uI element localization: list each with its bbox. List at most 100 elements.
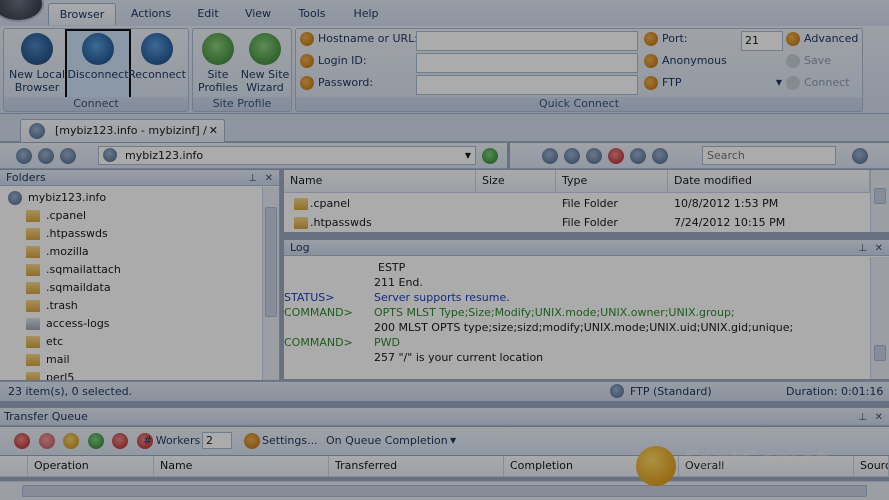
tree-item[interactable]: mail: [22, 351, 70, 369]
column-name[interactable]: Name: [154, 456, 329, 477]
close-icon[interactable]: ✕: [875, 409, 883, 426]
pause-icon[interactable]: [63, 433, 79, 449]
search-icon[interactable]: [852, 148, 868, 164]
log-prefix: COMMAND>: [284, 336, 353, 349]
scroll-thumb[interactable]: [874, 345, 886, 361]
workers-stepper[interactable]: 2: [202, 432, 232, 449]
new-folder-icon[interactable]: [564, 148, 580, 164]
menu-actions[interactable]: Actions: [122, 3, 180, 25]
table-row[interactable]: .cpanel File Folder 10/8/2012 1:53 PM: [284, 194, 870, 213]
back-icon[interactable]: [16, 148, 32, 164]
tab-close-icon[interactable]: ✕: [209, 120, 218, 142]
folders-scrollbar[interactable]: [262, 187, 279, 380]
connect-button[interactable]: Connect: [786, 76, 849, 96]
delete-icon[interactable]: [608, 148, 624, 164]
scroll-thumb[interactable]: [874, 188, 886, 204]
close-icon[interactable]: ✕: [265, 171, 273, 186]
status-bar: 23 item(s), 0 selected. FTP (Standard) D…: [0, 381, 889, 401]
new-local-browser-button[interactable]: New Local Browser: [6, 31, 68, 97]
column-date-modified[interactable]: Date modified: [668, 170, 870, 193]
pin-icon[interactable]: ⊥: [858, 409, 867, 426]
column-name[interactable]: Name: [284, 170, 476, 193]
tree-item[interactable]: .sqmailattach: [22, 261, 121, 279]
table-row[interactable]: .htpasswds File Folder 7/24/2012 10:15 P…: [284, 213, 870, 232]
tree-item[interactable]: etc: [22, 333, 63, 351]
folder-icon: [26, 210, 40, 222]
properties-icon[interactable]: [586, 148, 602, 164]
tree-item[interactable]: access-logs: [22, 315, 110, 333]
tree-item[interactable]: perl5: [22, 369, 74, 380]
folder-icon: [26, 264, 40, 276]
column-transferred[interactable]: Transferred: [329, 456, 504, 477]
disconnect-icon: [82, 33, 114, 65]
wizard-icon: [249, 33, 281, 65]
hostname-input[interactable]: [416, 31, 638, 51]
new-site-wizard-button[interactable]: New Site Wizard: [239, 31, 291, 97]
disconnect-button[interactable]: Disconnect: [65, 29, 131, 99]
protocol-select[interactable]: FTP ▼: [644, 76, 782, 96]
pin-icon[interactable]: ⊥: [248, 171, 257, 186]
search-input[interactable]: Search: [702, 146, 836, 165]
advanced-button[interactable]: Advanced: [786, 32, 858, 52]
connect-group-label: Connect: [4, 97, 188, 111]
home-icon[interactable]: [542, 148, 558, 164]
rename-icon[interactable]: [630, 148, 646, 164]
selection-status: 23 item(s), 0 selected.: [8, 385, 133, 398]
transfer-queue-title: Transfer Queue ⊥ ✕: [0, 408, 889, 426]
menu-help[interactable]: Help: [342, 3, 390, 25]
log-scrollbar[interactable]: [870, 257, 889, 379]
column-operation[interactable]: Operation: [28, 456, 154, 477]
log-line: ESTP: [378, 261, 406, 274]
queue-horizontal-scrollbar[interactable]: [0, 481, 889, 500]
play-icon[interactable]: [87, 433, 104, 449]
tree-item[interactable]: .sqmaildata: [22, 279, 111, 297]
menu-view[interactable]: View: [236, 3, 280, 25]
forward-icon[interactable]: [38, 148, 54, 164]
stop-all-icon[interactable]: [38, 433, 55, 449]
save-button[interactable]: Save: [786, 54, 831, 74]
settings-button[interactable]: Settings...: [262, 434, 318, 447]
column-type[interactable]: Type: [556, 170, 668, 193]
files-scrollbar[interactable]: [870, 170, 889, 232]
scroll-thumb[interactable]: [265, 207, 277, 317]
refresh-icon[interactable]: [482, 148, 498, 164]
log-prefix: COMMAND>: [284, 306, 353, 319]
server-icon: [103, 148, 117, 162]
log-prefix: STATUS>: [284, 291, 335, 304]
menu-browser[interactable]: Browser: [48, 3, 116, 25]
reconnect-icon: [141, 33, 173, 65]
stop-icon[interactable]: [14, 433, 30, 449]
pin-icon[interactable]: ⊥: [858, 241, 867, 256]
scroll-thumb[interactable]: [22, 485, 867, 497]
login-input[interactable]: [416, 53, 638, 73]
column-source[interactable]: Sourc: [854, 456, 889, 477]
close-icon[interactable]: ✕: [875, 241, 883, 256]
remove-icon[interactable]: [112, 433, 128, 449]
globe-icon: [300, 32, 314, 46]
tree-item[interactable]: .mozilla: [22, 243, 89, 261]
menu-tools[interactable]: Tools: [288, 3, 336, 25]
view-icon[interactable]: [652, 148, 668, 164]
quick-connect-label: Quick Connect: [296, 97, 862, 111]
folder-icon: [294, 198, 308, 210]
menu-edit[interactable]: Edit: [186, 3, 230, 25]
folders-pane-title: Folders ⊥ ✕: [0, 170, 279, 186]
tree-item[interactable]: .trash: [22, 297, 78, 315]
chevron-down-icon[interactable]: ▼: [465, 147, 471, 164]
up-folder-icon[interactable]: [60, 148, 76, 164]
anonymous-checkbox[interactable]: Anonymous: [644, 54, 727, 74]
site-profiles-button[interactable]: Site Profiles: [193, 31, 243, 97]
password-input[interactable]: [416, 75, 638, 95]
tree-item[interactable]: .htpasswds: [22, 225, 108, 243]
tree-item[interactable]: .cpanel: [22, 207, 86, 225]
session-tab[interactable]: [mybiz123.info - mybizinf] / ✕: [20, 119, 225, 142]
address-bar[interactable]: mybiz123.info ▼: [98, 146, 476, 165]
reconnect-button[interactable]: Reconnect: [126, 31, 188, 97]
connect-group: New Local Browser Disconnect Reconnect C…: [3, 28, 189, 112]
chevron-down-icon[interactable]: ▼: [450, 436, 456, 445]
site-profile-group: Site Profiles New Site Wizard Site Profi…: [192, 28, 292, 112]
port-input[interactable]: 21: [741, 31, 783, 51]
tree-root[interactable]: mybiz123.info: [4, 189, 106, 207]
column-size[interactable]: Size: [476, 170, 556, 193]
queue-completion-select[interactable]: On Queue Completion: [326, 434, 448, 447]
